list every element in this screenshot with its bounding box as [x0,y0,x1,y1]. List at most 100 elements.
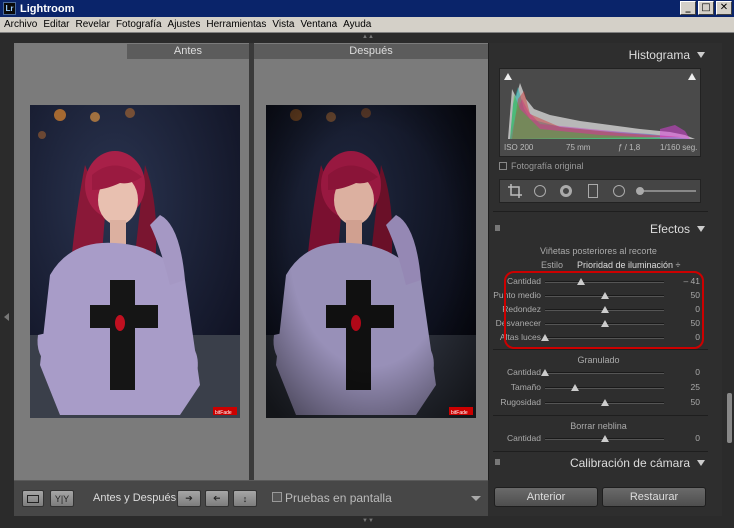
slider-value[interactable]: 0 [672,304,700,314]
collapse-arrow-icon[interactable] [697,226,705,232]
slider-knob[interactable] [600,435,609,442]
slider-row: Cantidad – 41 [493,275,704,289]
scrollbar-thumb[interactable] [727,393,732,443]
effects-header[interactable]: Efectos [493,218,708,240]
slider-value[interactable]: 0 [672,332,700,342]
slider-knob[interactable] [600,292,609,299]
menu-herramientas[interactable]: Herramientas [206,19,266,30]
window-title: Lightroom [20,2,75,15]
crop-tool-icon[interactable] [508,184,522,198]
menu-bar: Archivo Editar Revelar Fotografía Ajuste… [0,17,734,33]
slider-track[interactable] [545,387,664,389]
slider-knob[interactable] [600,399,609,406]
slider-row: Altas luces 0 [493,331,704,345]
top-panel-strip[interactable]: ▲▲ [0,33,734,43]
after-label: Después [254,44,488,59]
slider-value[interactable]: 50 [672,290,700,300]
soft-proof-label: Pruebas en pantalla [285,491,392,505]
previous-button[interactable]: Anterior [494,487,598,507]
original-photo-checkbox[interactable] [499,162,507,170]
before-photo[interactable]: bitFade [30,105,240,418]
single-view-icon [27,494,39,503]
original-photo-toggle[interactable]: Fotografía original [499,161,584,171]
close-button[interactable]: ✕ [716,1,732,15]
panel-buttons: Anterior Restaurar [488,480,722,516]
menu-archivo[interactable]: Archivo [4,19,37,30]
copy-before-to-after-button[interactable]: ➔ [177,490,201,507]
menu-fotografia[interactable]: Fotografía [116,19,162,30]
right-panel-scrollbar[interactable] [722,43,734,516]
aperture-info: ƒ / 1,8 [618,143,641,152]
slider-knob[interactable] [570,384,579,391]
vignette-style-row[interactable]: Estilo Prioridad de iluminación ÷ [493,259,704,273]
slider-knob[interactable] [600,306,609,313]
left-panel-toggle-icon[interactable] [4,313,9,321]
menu-ventana[interactable]: Ventana [300,19,337,30]
menu-ayuda[interactable]: Ayuda [343,19,371,30]
slider-value[interactable]: 50 [672,397,700,407]
minimize-button[interactable]: _ [680,1,696,15]
slider-knob[interactable] [600,320,609,327]
maximize-button[interactable]: □ [698,1,714,15]
radial-filter-tool-icon[interactable] [613,185,625,197]
menu-editar[interactable]: Editar [43,19,69,30]
slider-label: Redondez [502,304,541,314]
copy-after-to-before-button[interactable]: ➔ [205,490,229,507]
slider-row: Rugosidad 50 [493,396,704,410]
slider-value[interactable]: 0 [672,367,700,377]
compare-view: Antes bitFade Después bitFade [14,43,488,480]
adjustment-brush-tool-icon[interactable] [636,187,644,195]
calibration-header[interactable]: Calibración de cámara [493,452,708,474]
histogram-header[interactable]: Histograma [493,44,708,66]
red-eye-tool-icon[interactable] [560,185,572,197]
original-photo-label: Fotografía original [511,161,584,171]
histogram-graph [508,83,695,139]
slider-track[interactable] [545,337,664,339]
calibration-toggle-icon[interactable] [495,459,500,465]
menu-revelar[interactable]: Revelar [75,19,109,30]
spot-removal-tool-icon[interactable] [534,185,546,197]
adjustment-brush-slider[interactable] [640,190,696,192]
slider-label: Cantidad [506,276,541,286]
swap-before-after-button[interactable]: ↕ [233,490,257,507]
slider-knob[interactable] [576,278,585,285]
before-after-view-button[interactable]: Y|Y [50,490,74,507]
soft-proof-checkbox[interactable] [272,492,282,502]
focal-info: 75 mm [566,143,591,152]
slider-value[interactable]: 0 [672,433,700,443]
bottom-panel-grip-icon[interactable]: ▼▼ [362,518,374,524]
slider-row: Redondez 0 [493,303,704,317]
loupe-view-button[interactable] [22,490,44,507]
slider-label: Tamaño [510,382,541,392]
arrow-right-icon: ➔ [185,493,193,503]
left-panel-strip[interactable] [0,43,14,516]
slider-track[interactable] [545,281,664,283]
slider-track[interactable] [545,372,664,374]
slider-value[interactable]: 50 [672,318,700,328]
slider-row: Punto medio 50 [493,289,704,303]
slider-value[interactable]: – 41 [672,276,700,286]
slider-label: Cantidad [506,367,541,377]
style-select[interactable]: Prioridad de iluminación ÷ [577,260,681,270]
top-panel-grip-icon[interactable]: ▲▲ [362,34,374,40]
calibration-title: Calibración de cámara [569,456,690,470]
before-after-label: Antes y Después: [93,492,180,504]
bottom-panel-strip[interactable]: ▼▼ [0,516,734,528]
effects-toggle-icon[interactable] [495,225,500,231]
reset-button[interactable]: Restaurar [602,487,706,507]
lightroom-app-icon: Lr [3,2,16,15]
after-photo[interactable]: bitFade [266,105,476,418]
toolbar-dropdown-icon[interactable] [471,496,481,501]
collapse-arrow-icon[interactable] [697,52,705,58]
slider-label: Desvanecer [495,318,541,328]
graduated-filter-tool-icon[interactable] [588,184,598,198]
slider-value[interactable]: 25 [672,382,700,392]
histogram[interactable]: ISO 200 75 mm ƒ / 1,8 1/160 seg. [499,68,701,157]
menu-ajustes[interactable]: Ajustes [168,19,201,30]
slider-knob[interactable] [541,369,549,376]
slider-row: Desvanecer 50 [493,317,704,331]
collapse-arrow-icon[interactable] [697,460,705,466]
menu-vista[interactable]: Vista [272,19,294,30]
slider-knob[interactable] [541,334,549,341]
separator [493,415,708,416]
